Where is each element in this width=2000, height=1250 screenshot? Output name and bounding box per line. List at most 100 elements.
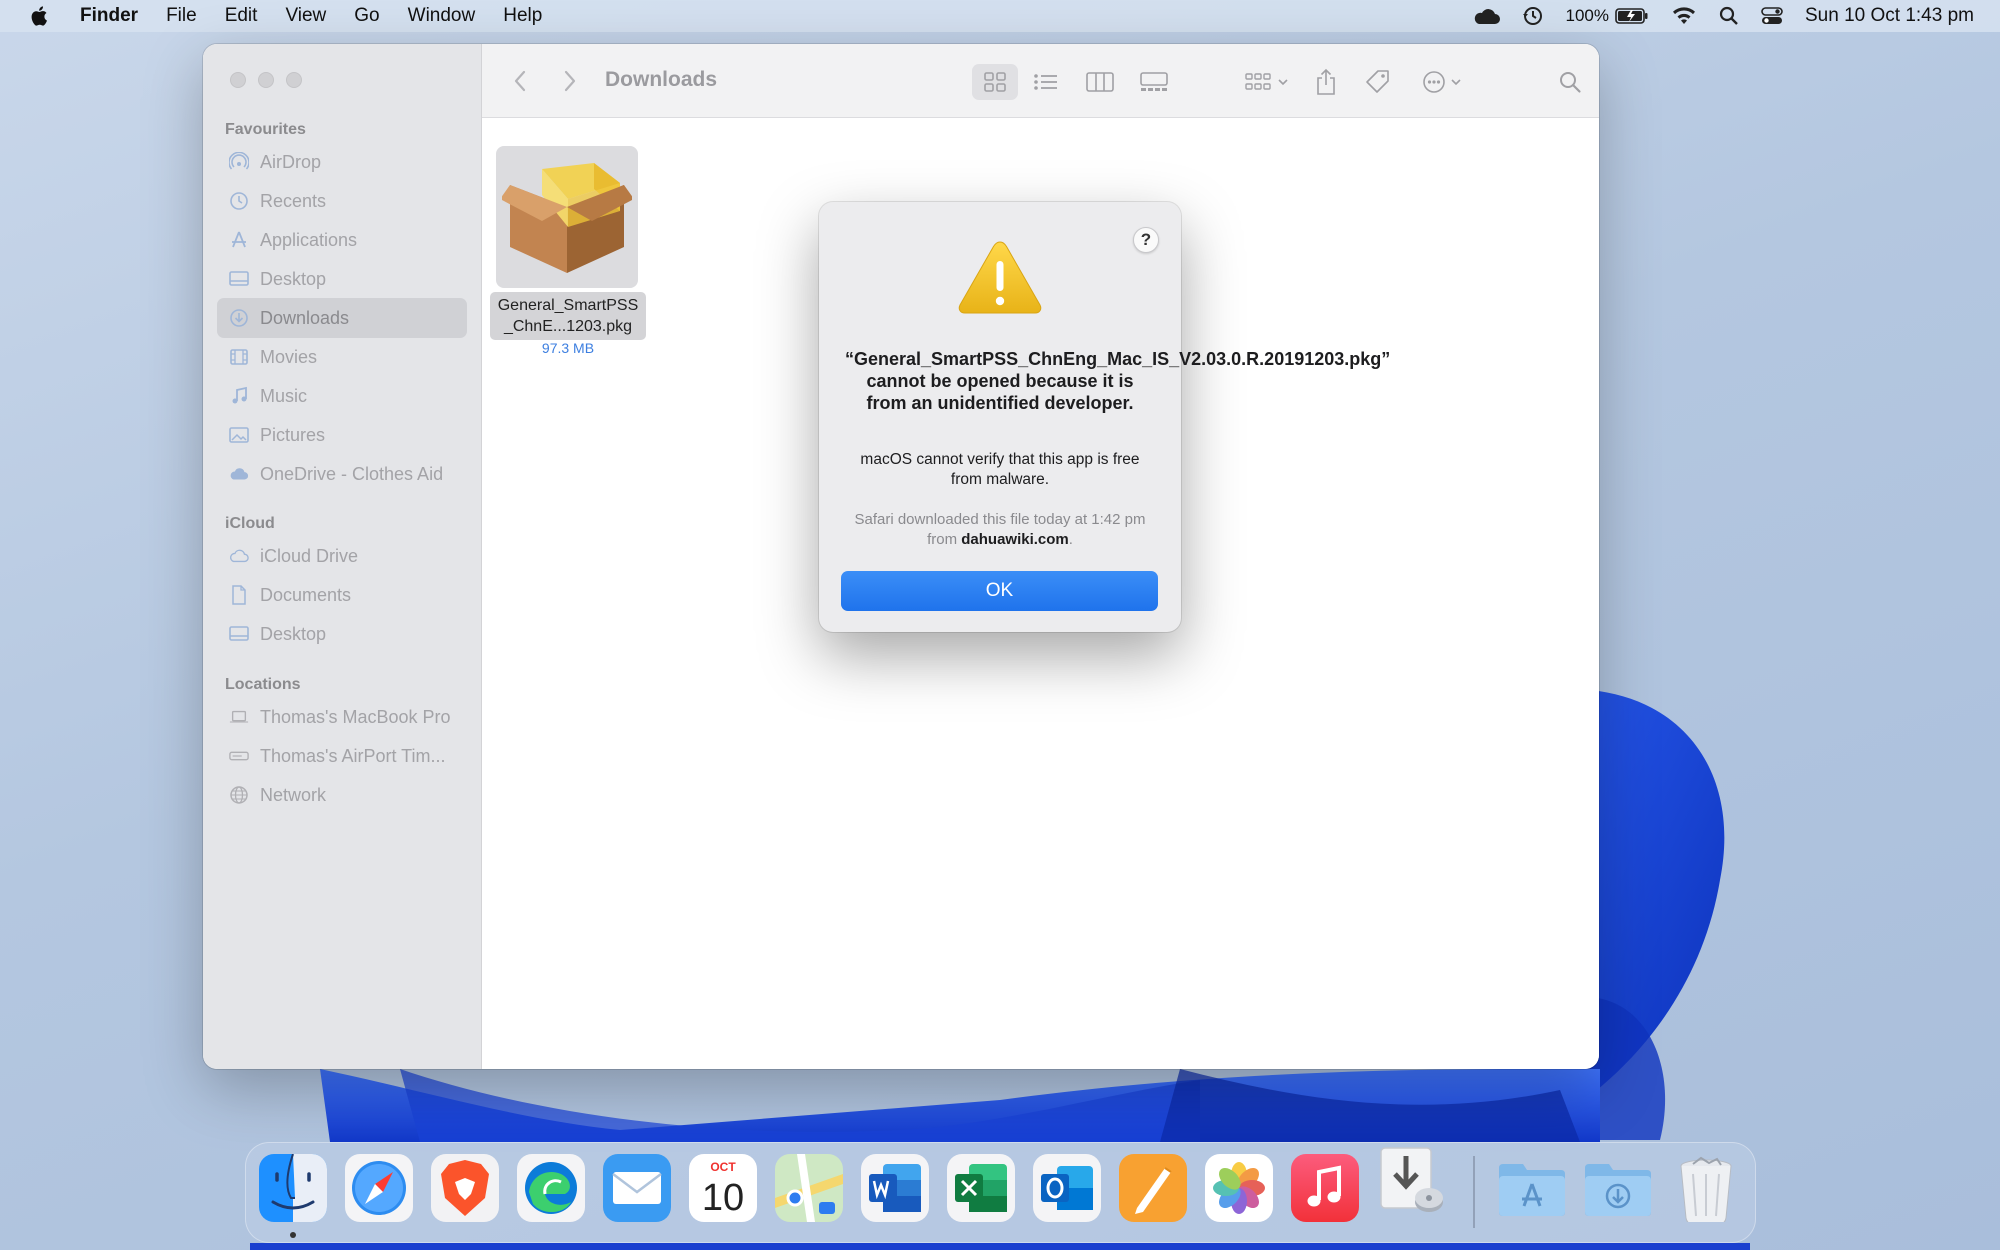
battery-percentage: 100% bbox=[1565, 6, 1609, 25]
sidebar-item-airdrop[interactable]: AirDrop bbox=[217, 142, 467, 182]
file-item-pkg[interactable] bbox=[496, 146, 638, 288]
finder-toolbar: Downloads bbox=[482, 44, 1599, 118]
zoom-window-button[interactable] bbox=[286, 72, 302, 88]
column-view-button[interactable] bbox=[1080, 64, 1120, 100]
word-icon[interactable] bbox=[861, 1154, 929, 1222]
sidebar-item-downloads[interactable]: Downloads bbox=[217, 298, 467, 338]
sidebar-item-label: iCloud Drive bbox=[260, 545, 359, 566]
sidebar-item-label: Desktop bbox=[260, 623, 327, 644]
document-icon bbox=[229, 585, 249, 605]
cloud-icon bbox=[229, 464, 249, 484]
clock-icon bbox=[229, 191, 249, 211]
download-source-suffix: . bbox=[1068, 531, 1073, 548]
laptop-icon bbox=[229, 707, 249, 727]
installer-icon[interactable] bbox=[1377, 1144, 1447, 1218]
grid-icon bbox=[984, 72, 1006, 92]
icon-view-button[interactable] bbox=[972, 64, 1018, 100]
pages-icon[interactable] bbox=[1119, 1154, 1187, 1222]
gallery-view-button[interactable] bbox=[1132, 64, 1176, 100]
sidebar-item-label: Network bbox=[260, 784, 327, 805]
mail-icon[interactable] bbox=[603, 1154, 671, 1222]
ok-button[interactable]: OK bbox=[841, 571, 1158, 611]
alert-headline: “General_SmartPSS_ChnEng_Mac_IS_V2.03.0.… bbox=[845, 349, 1391, 413]
desktop-icon bbox=[229, 269, 249, 289]
alert-download-source: Safari downloaded this file today at 1:4… bbox=[845, 510, 1155, 550]
sidebar-item-icloud-drive[interactable]: iCloud Drive bbox=[217, 536, 467, 576]
wifi-icon[interactable] bbox=[1671, 6, 1697, 26]
sidebar-item-pictures[interactable]: Pictures bbox=[217, 415, 467, 455]
list-icon bbox=[1034, 74, 1057, 90]
menu-view[interactable]: View bbox=[285, 5, 326, 27]
outlook-icon[interactable] bbox=[1033, 1154, 1101, 1222]
photo-icon bbox=[229, 425, 249, 445]
sidebar-item-label: Thomas's AirPort Tim... bbox=[260, 745, 446, 766]
alert-body: macOS cannot verify that this app is fre… bbox=[860, 451, 1140, 488]
menu-edit[interactable]: Edit bbox=[225, 5, 258, 27]
sidebar-item-movies[interactable]: Movies bbox=[217, 337, 467, 377]
sidebar-item-icloud-desktop[interactable]: Desktop bbox=[217, 614, 467, 654]
downloads-folder-icon[interactable] bbox=[1581, 1154, 1655, 1222]
help-button[interactable]: ? bbox=[1133, 227, 1159, 253]
brave-icon[interactable] bbox=[431, 1154, 499, 1222]
menu-go[interactable]: Go bbox=[354, 5, 379, 27]
control-center-icon[interactable] bbox=[1761, 6, 1783, 26]
globe-icon bbox=[229, 785, 249, 805]
sidebar-item-label: Thomas's MacBook Pro bbox=[260, 706, 451, 727]
menu-app-finder[interactable]: Finder bbox=[80, 5, 138, 27]
time-machine-icon[interactable] bbox=[1522, 5, 1544, 27]
excel-icon[interactable] bbox=[947, 1154, 1015, 1222]
sidebar-item-onedrive[interactable]: OneDrive - Clothes Aid bbox=[217, 454, 467, 494]
music-icon[interactable] bbox=[1291, 1154, 1359, 1222]
photos-icon[interactable] bbox=[1205, 1154, 1273, 1222]
list-view-button[interactable] bbox=[1026, 64, 1066, 100]
icloud-icon bbox=[229, 546, 249, 566]
share-button[interactable] bbox=[1308, 64, 1344, 100]
sidebar-item-network[interactable]: Network bbox=[217, 775, 467, 815]
sidebar-item-applications[interactable]: Applications bbox=[217, 220, 467, 260]
window-title: Downloads bbox=[605, 68, 718, 91]
sidebar-item-label: Recents bbox=[260, 190, 327, 211]
forward-chevron-icon[interactable] bbox=[557, 68, 581, 94]
dock-separator bbox=[1473, 1156, 1475, 1228]
search-button[interactable] bbox=[1552, 64, 1588, 100]
tags-button[interactable] bbox=[1360, 64, 1396, 100]
sidebar-item-desktop[interactable]: Desktop bbox=[217, 259, 467, 299]
spotlight-search-icon[interactable] bbox=[1719, 6, 1739, 26]
applications-icon bbox=[229, 230, 249, 250]
battery-charging-icon[interactable] bbox=[1615, 7, 1649, 25]
menu-file[interactable]: File bbox=[166, 5, 197, 27]
menubar-clock[interactable]: Sun 10 Oct 1:43 pm bbox=[1805, 5, 1974, 27]
close-window-button[interactable] bbox=[230, 72, 246, 88]
airdrop-icon bbox=[229, 152, 249, 172]
more-actions-button[interactable] bbox=[1420, 64, 1472, 100]
edge-icon[interactable] bbox=[517, 1154, 585, 1222]
download-icon bbox=[229, 308, 249, 328]
apple-logo-icon[interactable] bbox=[28, 4, 52, 28]
finder-icon[interactable] bbox=[259, 1154, 327, 1222]
file-name-label[interactable]: General_SmartPSS_ChnE...1203.pkg bbox=[490, 292, 646, 340]
onedrive-cloud-icon[interactable] bbox=[1472, 7, 1500, 25]
package-installer-icon bbox=[502, 163, 632, 273]
group-grid-chevron-icon bbox=[1245, 73, 1288, 90]
menu-window[interactable]: Window bbox=[408, 5, 476, 27]
minimize-window-button[interactable] bbox=[258, 72, 274, 88]
maps-icon[interactable] bbox=[775, 1154, 843, 1222]
tag-icon bbox=[1366, 70, 1389, 93]
applications-folder-icon[interactable] bbox=[1495, 1154, 1569, 1222]
trash-icon[interactable] bbox=[1675, 1154, 1737, 1222]
sidebar-item-recents[interactable]: Recents bbox=[217, 181, 467, 221]
calendar-month: OCT bbox=[710, 1160, 736, 1174]
sidebar-item-documents[interactable]: Documents bbox=[217, 575, 467, 615]
group-by-button[interactable] bbox=[1240, 64, 1296, 100]
calendar-icon[interactable]: OCT 10 bbox=[689, 1154, 757, 1222]
sidebar-item-music[interactable]: Music bbox=[217, 376, 467, 416]
share-icon bbox=[1317, 68, 1335, 95]
sidebar-item-label: Movies bbox=[260, 346, 318, 367]
calendar-day: 10 bbox=[702, 1177, 744, 1219]
menu-help[interactable]: Help bbox=[503, 5, 542, 27]
sidebar-item-label: AirDrop bbox=[260, 151, 322, 172]
sidebar-item-airport-time-capsule[interactable]: Thomas's AirPort Tim... bbox=[217, 736, 467, 776]
sidebar-item-macbook-pro[interactable]: Thomas's MacBook Pro bbox=[217, 697, 467, 737]
back-chevron-icon[interactable] bbox=[509, 68, 533, 94]
safari-icon[interactable] bbox=[345, 1154, 413, 1222]
